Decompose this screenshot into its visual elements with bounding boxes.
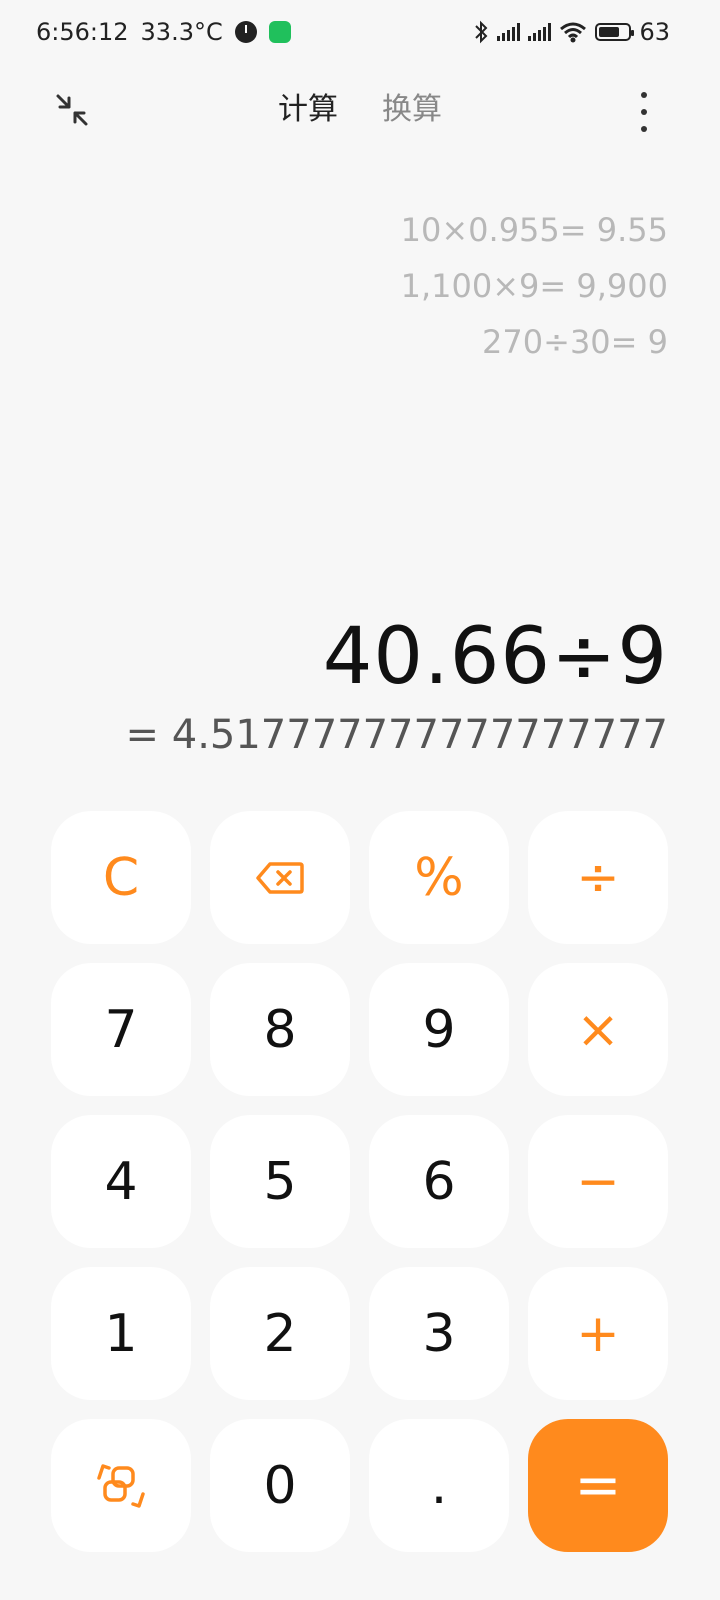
key-1[interactable]: 1	[51, 1267, 191, 1400]
key-9[interactable]: 9	[369, 963, 509, 1096]
key-2[interactable]: 2	[210, 1267, 350, 1400]
status-left: 6:56:12 33.3°C	[36, 18, 291, 46]
history-item[interactable]: 270÷30= 9	[401, 314, 668, 370]
history-item[interactable]: 10×0.955= 9.55	[401, 202, 668, 258]
tab-convert[interactable]: 换算	[382, 84, 442, 128]
battery-level: 63	[639, 18, 670, 46]
more-dot	[641, 109, 647, 115]
signal-icon	[528, 23, 552, 41]
multiply-button[interactable]: ×	[528, 963, 668, 1096]
tab-calculate[interactable]: 计算	[278, 84, 338, 128]
decimal-button[interactable]: .	[369, 1419, 509, 1552]
bluetooth-icon	[475, 20, 488, 44]
key-4[interactable]: 4	[51, 1115, 191, 1248]
status-temperature: 33.3°C	[140, 18, 223, 46]
more-dot	[641, 126, 647, 132]
result-display: = 4.517777777777777777	[125, 712, 668, 758]
key-3[interactable]: 3	[369, 1267, 509, 1400]
backspace-icon	[256, 861, 304, 894]
percent-button[interactable]: %	[369, 811, 509, 944]
expression-display: 40.66÷9	[322, 612, 668, 702]
divide-button[interactable]: ÷	[528, 811, 668, 944]
keypad: C % ÷ 7 8 9 × 4 5 6 − 1 2 3 + 0 . =	[51, 811, 669, 1552]
key-6[interactable]: 6	[369, 1115, 509, 1248]
switch-mode-button[interactable]	[51, 1419, 191, 1552]
clock-app-icon	[234, 21, 257, 43]
status-right: 63	[473, 18, 670, 46]
backspace-button[interactable]	[210, 811, 350, 944]
wechat-icon	[268, 21, 291, 43]
equals-button[interactable]: =	[528, 1419, 668, 1552]
key-8[interactable]: 8	[210, 963, 350, 1096]
mode-tabs: 计算 换算	[0, 84, 720, 128]
more-options-button[interactable]	[640, 92, 648, 132]
signal-icon	[497, 23, 521, 41]
history-list: 10×0.955= 9.55 1,100×9= 9,900 270÷30= 9	[401, 202, 668, 370]
wifi-icon	[560, 22, 587, 43]
plus-button[interactable]: +	[528, 1267, 668, 1400]
key-5[interactable]: 5	[210, 1115, 350, 1248]
clear-button[interactable]: C	[51, 811, 191, 944]
status-time: 6:56:12	[36, 18, 129, 46]
more-dot	[641, 92, 647, 98]
switch-mode-icon	[97, 1463, 145, 1508]
minus-button[interactable]: −	[528, 1115, 668, 1248]
history-item[interactable]: 1,100×9= 9,900	[401, 258, 668, 314]
key-7[interactable]: 7	[51, 963, 191, 1096]
key-0[interactable]: 0	[210, 1419, 350, 1552]
battery-icon	[595, 23, 635, 41]
status-bar: 6:56:12 33.3°C 63	[0, 0, 720, 66]
